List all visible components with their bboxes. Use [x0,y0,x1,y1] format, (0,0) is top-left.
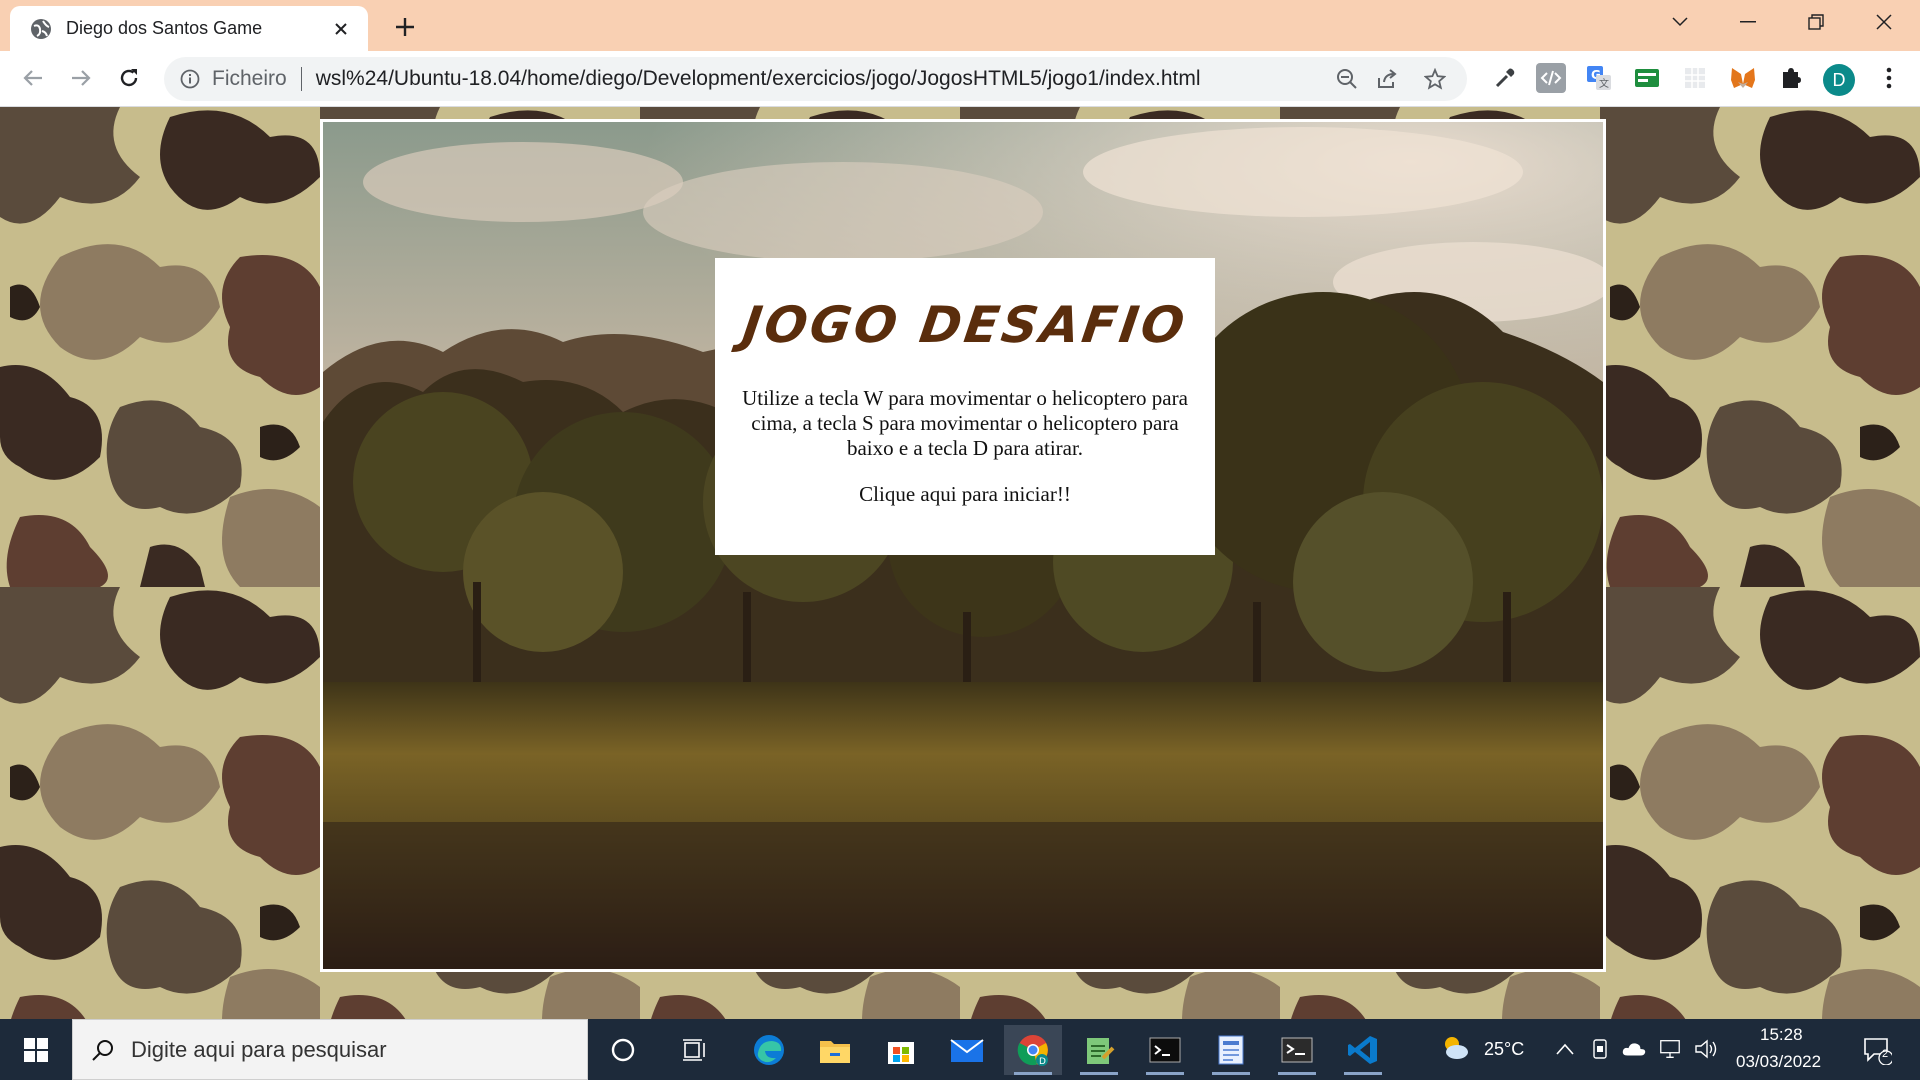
new-tab-button[interactable] [388,10,422,44]
minimize-button[interactable] [1714,0,1782,44]
notepad-icon[interactable] [1070,1025,1128,1075]
chevron-up-icon[interactable] [1553,1037,1577,1061]
document-icon[interactable] [1202,1025,1260,1075]
volume-icon[interactable] [1694,1037,1718,1061]
address-bar[interactable]: Ficheiro wsl%24/Ubuntu-18.04/home/diego/… [164,57,1467,101]
zoom-out-icon[interactable] [1332,64,1362,94]
menu-dots-icon[interactable] [1874,63,1904,93]
taskbar-search[interactable]: Digite aqui para pesquisar [72,1019,588,1080]
forward-button[interactable] [62,59,100,97]
chrome-icon[interactable]: D [1004,1025,1062,1075]
mail-icon[interactable] [938,1025,996,1075]
metamask-icon[interactable] [1728,63,1758,93]
weather-icon[interactable] [1440,1033,1470,1063]
file-explorer-icon[interactable] [806,1025,864,1075]
edge-icon[interactable] [740,1025,798,1075]
url-text[interactable]: wsl%24/Ubuntu-18.04/home/diego/Developme… [316,67,1201,91]
back-icon [23,70,42,86]
site-info-button[interactable]: Ficheiro [180,67,287,91]
back-button[interactable] [14,59,52,97]
star-icon[interactable] [1420,64,1450,94]
close-window-button[interactable] [1850,0,1918,44]
share-icon[interactable] [1372,64,1402,94]
address-separator [300,67,302,91]
search-placeholder: Digite aqui para pesquisar [131,1036,387,1062]
reload-icon [120,69,138,87]
onedrive-icon[interactable] [1622,1037,1646,1061]
store-icon[interactable] [872,1025,930,1075]
network-icon[interactable] [1658,1037,1682,1061]
tab-title: Diego dos Santos Game [66,18,263,38]
browser-tab[interactable]: Diego dos Santos Game [10,6,368,51]
game-canvas[interactable]: JOGO DESAFIO Utilize a tecla W para movi… [320,119,1606,972]
info-icon [180,69,200,89]
restore-button[interactable] [1782,0,1850,44]
minimize-icon [1740,21,1756,23]
bill-icon[interactable] [1632,63,1662,93]
search-icon [92,1039,113,1061]
chevron-down-icon [1672,17,1688,27]
instructions-text: Utilize a tecla W para movimentar o heli… [742,386,1188,461]
game-title: JOGO DESAFIO [739,296,1191,354]
grid-icon[interactable] [1680,63,1710,93]
clock-date[interactable]: 03/03/2022 [1736,1052,1821,1072]
globe-icon [30,18,52,40]
notification-count: 2 [1882,1048,1889,1060]
windows-taskbar: Digite aqui para pesquisar D 25°C 15:28 … [0,1019,1920,1080]
restore-icon [1808,14,1824,30]
console-icon[interactable] [1268,1025,1326,1075]
web-page: JOGO DESAFIO Utilize a tecla W para movi… [0,107,1920,1019]
device-icon[interactable] [1588,1037,1612,1061]
temperature-text[interactable]: 25°C [1484,1039,1524,1060]
svg-text:D: D [1039,1057,1046,1067]
tab-strip: Diego dos Santos Game [0,0,1920,51]
profile-avatar[interactable]: D [1823,64,1855,96]
svg-text:文: 文 [1599,77,1609,90]
forward-icon [72,70,91,86]
code-icon[interactable] [1536,63,1566,93]
vscode-icon[interactable] [1334,1025,1392,1075]
notification-icon[interactable]: 2 [1862,1035,1892,1065]
site-info-label: Ficheiro [212,67,287,90]
eyedropper-icon[interactable] [1490,63,1520,93]
puzzle-icon[interactable] [1776,63,1806,93]
terminal-icon[interactable] [1136,1025,1194,1075]
start-game-link[interactable]: Clique aqui para iniciar!! [715,482,1215,507]
plus-icon [396,18,414,36]
browser-toolbar: Ficheiro wsl%24/Ubuntu-18.04/home/diego/… [0,51,1920,107]
cortana-icon[interactable] [594,1025,652,1075]
clock-time[interactable]: 15:28 [1760,1025,1803,1045]
task-view-icon[interactable] [666,1025,724,1075]
close-icon [1876,14,1892,30]
start-panel[interactable]: JOGO DESAFIO Utilize a tecla W para movi… [715,258,1215,555]
start-button[interactable] [0,1019,72,1080]
tab-search-button[interactable] [1646,0,1714,44]
reload-button[interactable] [110,59,148,97]
translate-icon[interactable]: G文 [1584,63,1614,93]
tab-close-icon[interactable] [328,16,354,42]
windows-start-icon [24,1037,48,1062]
